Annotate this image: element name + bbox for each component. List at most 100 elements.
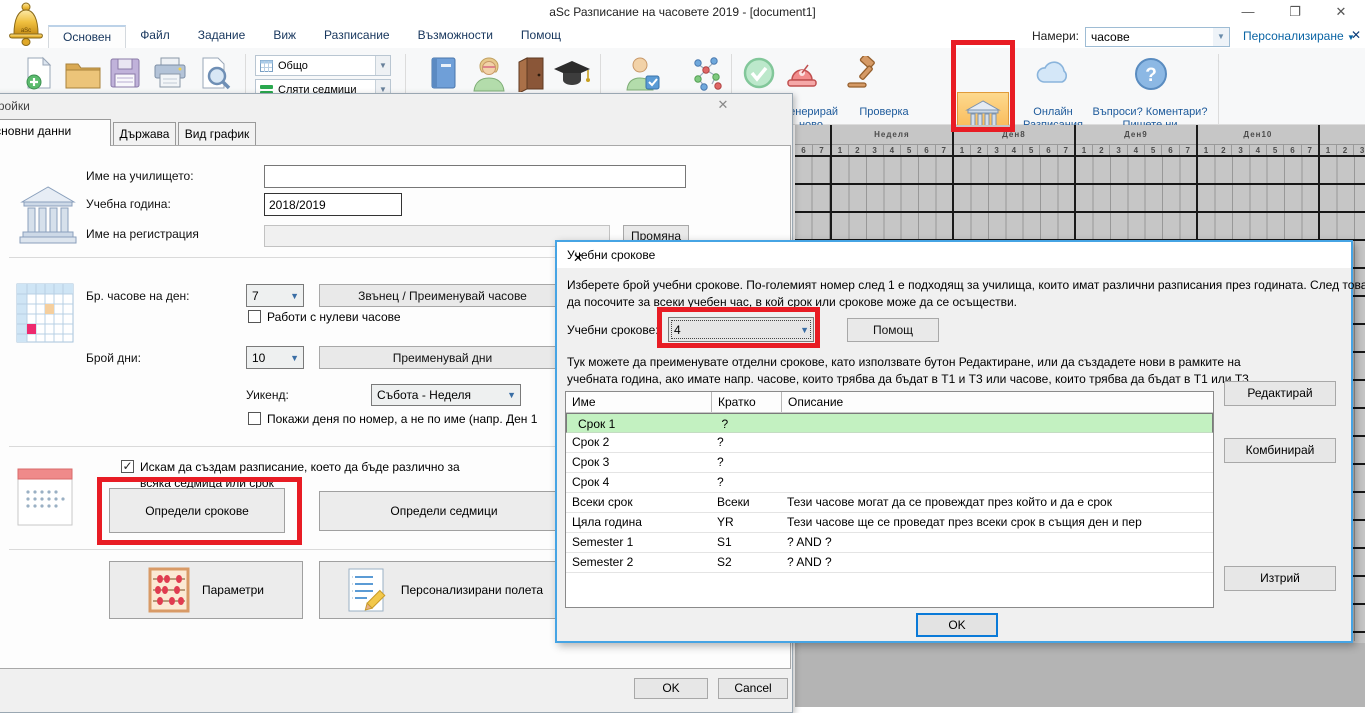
term-row[interactable]: Semester 2S2? AND ? [566,553,1213,573]
menu-tab-4[interactable]: Виж [259,25,310,48]
grid-period-number: 3 [987,145,1004,155]
tab-basic-data[interactable]: Основни данни [0,119,111,146]
terms-table[interactable]: Име Кратко Описание Срок 1?Срок 2?Срок 3… [565,391,1214,608]
settings-tabstrip: Основни данни Държава Вид график [0,118,794,145]
term-name: Semester 1 [566,533,711,552]
save-button[interactable] [108,56,142,90]
find-combobox[interactable]: часове ▼ [1085,27,1230,47]
term-short: ? [711,473,781,492]
chevron-down-icon[interactable]: ▼ [1213,28,1229,46]
menu-tab-2[interactable]: Файл [126,25,184,48]
tab-schedule-type[interactable]: Вид график [178,122,256,146]
grid-day-name: Неделя [832,125,952,145]
periods-per-day-select[interactable]: 7▼ [246,284,304,307]
settings-cancel-button[interactable]: Cancel [718,678,788,699]
menu-tab-6[interactable]: Възможности [404,25,507,48]
contracts-graph-button[interactable] [690,56,726,92]
parameters-button[interactable]: Параметри [109,561,303,619]
grid-day-name: Ден10 [1198,125,1318,145]
define-weeks-button[interactable]: Определи седмици [319,491,569,531]
check-button[interactable] [845,56,879,90]
rename-days-button[interactable]: Преименувай дни [319,346,566,369]
grid-day-name [1320,125,1365,145]
lessons-button[interactable] [624,56,662,92]
weekend-select[interactable]: Събота - Неделя▼ [371,384,521,406]
term-row[interactable]: Цяла годинаYRТези часове ще се проведат … [566,513,1213,533]
classes-button[interactable] [552,56,592,90]
grid-day-name [795,125,830,145]
term-row[interactable]: Срок 3? [566,453,1213,473]
terms-close-icon[interactable]: ✕ [567,248,589,268]
term-row[interactable]: Срок 4? [566,473,1213,493]
classrooms-button[interactable] [516,56,546,92]
menu-tab-3[interactable]: Задание [184,25,260,48]
online-timetables-button[interactable] [1034,56,1074,86]
grid-period-number: 7 [1301,145,1318,155]
different-terms-checkbox[interactable]: ✓ Искам да създам разписание, което да б… [121,460,460,474]
settings-close-icon[interactable]: ✕ [712,96,734,114]
app-logo-bell-icon[interactable]: aSc [8,2,44,48]
questions-button[interactable]: ? [1133,56,1169,92]
grid-period-number: 4 [1249,145,1266,155]
school-year-input[interactable] [264,193,402,216]
terms-hint-line2: учебната година, ако имате напр. часове,… [567,372,1249,386]
help-button[interactable]: Помощ [847,318,939,342]
subjects-button[interactable] [426,56,460,90]
grid-period-number: 4 [1127,145,1144,155]
terms-ok-button[interactable]: OK [916,613,998,637]
view-select-overall[interactable]: Общо ▼ [255,55,391,76]
combine-button[interactable]: Комбинирай [1224,438,1336,463]
test-button[interactable] [742,56,776,90]
bells-rename-periods-button[interactable]: Звънец / Преименувай часове [319,284,566,307]
print-button[interactable] [152,56,188,90]
term-name: Срок 1 [572,415,715,431]
terms-count-select[interactable]: 4▼ [668,317,814,342]
chevron-down-icon[interactable]: ▼ [375,56,390,75]
grid-period-number: 1 [832,145,848,155]
menu-tab-5[interactable]: Разписание [310,25,404,48]
grid-period-number: 2 [848,145,865,155]
terms-dialog-titlebar: Учебни срокове ✕ [557,242,1351,268]
menu-tab-7[interactable]: Помощ [507,25,575,48]
maximize-button[interactable]: ❐ [1280,2,1310,22]
new-document-button[interactable] [22,56,56,92]
minimize-button[interactable]: — [1233,2,1263,22]
term-row[interactable]: Semester 1S1? AND ? [566,533,1213,553]
checkbox-checked[interactable]: ✓ [121,460,134,473]
days-count-select[interactable]: 10▼ [246,346,304,369]
open-folder-button[interactable] [64,60,102,90]
edit-button[interactable]: Редактирай [1224,381,1336,406]
menu-tab-1[interactable]: Основен [48,25,126,48]
personalize-close-icon[interactable]: ✕ [1351,28,1361,42]
tab-country[interactable]: Държава [113,122,176,146]
grid-period-number: 5 [900,145,917,155]
checkbox-unchecked[interactable] [248,412,261,425]
custom-fields-button[interactable]: Персонализирани полета [319,561,569,619]
menu-bar: ОсновенФайлЗаданиеВижРазписаниеВъзможнос… [0,25,1365,48]
term-row[interactable]: Всеки срокВсекиТези часове могат да се п… [566,493,1213,513]
day-number-checkbox[interactable]: Покажи деня по номер, а не по име (напр.… [248,412,538,426]
zero-periods-checkbox[interactable]: Работи с нулеви часове [248,310,401,324]
personalize-menu[interactable]: Персонализиране ▼ [1243,29,1355,43]
settings-ok-button[interactable]: OK [634,678,708,699]
define-terms-button[interactable]: Определи срокове [109,488,285,533]
delete-button[interactable]: Изтрий [1224,566,1336,591]
grid-period-number: 5 [1022,145,1039,155]
grid-period-number: 1 [1320,145,1336,155]
term-row[interactable]: Срок 2? [566,433,1213,453]
term-short: YR [711,513,781,532]
close-button[interactable]: ✕ [1326,2,1356,22]
checkbox-unchecked[interactable] [248,310,261,323]
generate-new-button[interactable] [786,56,818,90]
print-preview-button[interactable] [198,56,232,92]
term-short: Всеки [711,493,781,512]
school-name-input[interactable] [264,165,686,188]
check-label: Проверка [844,106,924,119]
term-row[interactable]: Срок 1? [566,413,1213,433]
grid-period-number: 3 [865,145,882,155]
periods-per-day-label: Бр. часове на ден: [86,289,189,303]
grid-period-number: 2 [1336,145,1353,155]
teachers-button[interactable] [470,56,508,92]
find-label: Намери: [1032,29,1079,43]
grid-period-numbers: 123 [1320,145,1365,157]
